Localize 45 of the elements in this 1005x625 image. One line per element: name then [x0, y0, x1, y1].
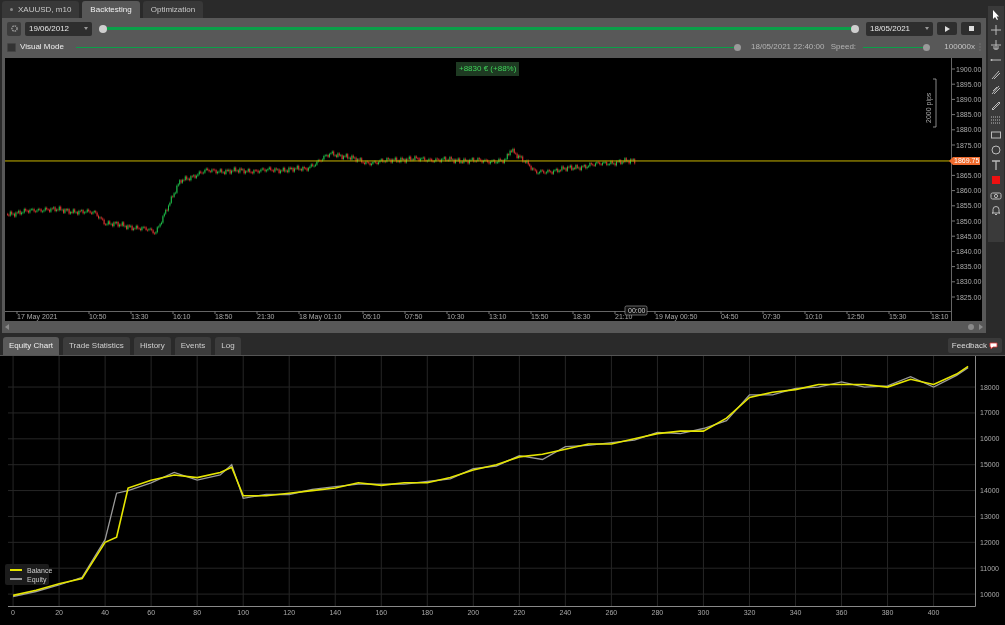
pencil-icon[interactable] [990, 99, 1002, 111]
bottom-tab[interactable]: Trade Statistics [63, 337, 130, 355]
speed-label: Speed: [830, 41, 858, 53]
brush-icon[interactable] [990, 84, 1002, 96]
pen-icon[interactable] [990, 69, 1002, 81]
grid-tool-icon[interactable] [990, 114, 1002, 126]
range-start-handle[interactable] [99, 24, 107, 33]
bottom-tab[interactable]: Events [174, 337, 212, 355]
pointer-icon[interactable] [990, 9, 1002, 21]
dropdown-caret-icon [925, 27, 929, 30]
crosshair-icon[interactable] [990, 24, 1002, 36]
range-end-handle[interactable] [851, 24, 859, 33]
chat-bubble-icon [989, 341, 998, 350]
circle-icon[interactable] [990, 144, 1002, 156]
visual-mode-checkbox[interactable] [7, 42, 16, 52]
bottom-tab[interactable]: Log [215, 337, 241, 355]
settings-icon [9, 24, 19, 33]
speed-handle[interactable] [923, 43, 931, 51]
playback-handle[interactable] [734, 43, 741, 51]
bracket-tool-icon[interactable] [990, 39, 1002, 51]
stop-button[interactable] [961, 22, 981, 35]
bottom-tab[interactable]: History [133, 337, 171, 355]
tab[interactable]: Backtesting [82, 1, 140, 18]
color-swatch-icon[interactable] [990, 174, 1002, 186]
bottom-tab[interactable]: Equity Chart [3, 337, 60, 355]
text-tool-icon[interactable] [990, 159, 1002, 171]
settings-button[interactable] [7, 21, 21, 36]
bell-icon[interactable] [990, 204, 1002, 216]
range-bracket [932, 78, 937, 128]
play-button[interactable] [937, 22, 957, 35]
speed-reading: 100000x [944, 41, 975, 53]
playback-time: 18/05/2021 22:40:00 [751, 41, 826, 53]
scroll-thumb[interactable] [968, 323, 974, 330]
end-date-field[interactable]: 18/05/2021 [866, 21, 933, 36]
visual-mode-label: Visual Mode [19, 41, 65, 53]
tab[interactable]: XAUUSD, m10 [2, 1, 80, 18]
tab[interactable]: Optimization [142, 1, 204, 18]
feedback-button[interactable]: Feedback [947, 338, 1002, 353]
rectangle-icon[interactable] [990, 129, 1002, 141]
profit-badge: +8830 € (+88%) [456, 62, 520, 76]
stop-icon [968, 26, 974, 31]
dropdown-caret-icon [84, 27, 88, 30]
play-icon [944, 25, 950, 32]
start-date-field[interactable]: 19/06/2012 [25, 21, 92, 36]
camera-icon[interactable] [990, 189, 1002, 201]
